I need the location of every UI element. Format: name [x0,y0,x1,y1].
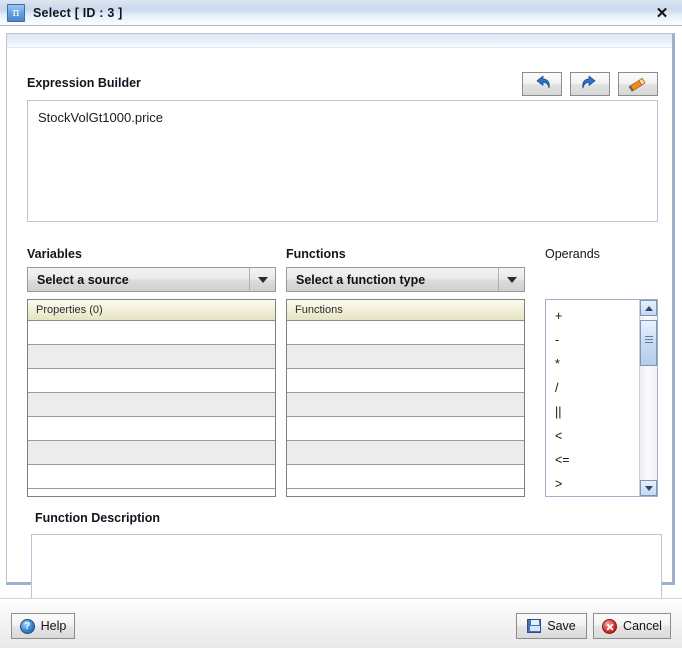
chevron-down-icon[interactable] [498,268,524,291]
save-button[interactable]: Save [516,613,587,639]
question-mark-icon: ? [19,618,35,634]
scrollbar-grip-icon [645,336,653,345]
function-type-select[interactable]: Select a function type [286,267,525,292]
operands-list[interactable]: + - * / || < <= > [545,299,658,497]
list-item[interactable] [28,345,275,369]
help-button-label: Help [40,619,67,633]
operand-item[interactable]: <= [546,448,639,472]
operand-item[interactable]: || [546,400,639,424]
list-item[interactable] [287,417,524,441]
functions-label: Functions [286,247,346,261]
panel-top-band [7,34,672,48]
operand-item[interactable]: < [546,424,639,448]
operands-items: + - * / || < <= > [546,300,639,496]
help-button[interactable]: ? Help [11,613,75,639]
functions-list-header: Functions [287,300,524,321]
undo-button[interactable] [522,72,562,96]
properties-list[interactable]: Properties (0) [27,299,276,497]
operand-item[interactable]: - [546,328,639,352]
list-item[interactable] [287,369,524,393]
close-icon[interactable]: ✕ [652,3,672,23]
clear-button[interactable] [618,72,658,96]
cancel-button[interactable]: Cancel [593,613,671,639]
expression-builder-label: Expression Builder [27,76,141,90]
floppy-disk-icon [527,619,542,633]
operand-item[interactable]: > [546,472,639,496]
properties-list-header: Properties (0) [28,300,275,321]
cancel-button-label: Cancel [623,619,662,633]
window-title: Select [ ID : 3 ] [33,5,123,20]
save-button-label: Save [547,619,576,633]
scroll-up-icon[interactable] [640,300,657,316]
source-select-value: Select a source [37,272,129,287]
operand-item[interactable]: * [546,352,639,376]
list-item[interactable] [28,321,275,345]
variables-label: Variables [27,247,82,261]
operand-item[interactable]: / [546,376,639,400]
window-titlebar: π Select [ ID : 3 ] ✕ [0,0,682,26]
redo-button[interactable] [570,72,610,96]
undo-arrow-icon [536,75,550,89]
pi-icon: π [7,3,25,22]
scrollbar-track[interactable] [640,316,657,480]
source-select[interactable]: Select a source [27,267,276,292]
function-description-label: Function Description [35,511,160,525]
dialog-footer: ? Help Save Cancel [0,598,682,648]
redo-arrow-icon [582,75,596,89]
operands-label: Operands [545,247,600,261]
function-type-select-value: Select a function type [296,272,426,287]
list-item[interactable] [28,369,275,393]
operands-scrollbar[interactable] [639,300,657,496]
expression-input[interactable]: StockVolGt1000.price [27,100,658,222]
list-item[interactable] [287,345,524,369]
list-item[interactable] [287,393,524,417]
scrollbar-thumb[interactable] [640,320,657,366]
eraser-pencil-icon [628,77,646,92]
list-item[interactable] [287,321,524,345]
list-item[interactable] [28,465,275,489]
close-circle-icon [602,618,618,634]
scroll-down-icon[interactable] [640,480,657,496]
list-item[interactable] [28,441,275,465]
functions-list[interactable]: Functions [286,299,525,497]
chevron-down-icon[interactable] [249,268,275,291]
function-description-box [31,534,662,606]
operand-item[interactable]: + [546,304,639,328]
list-item[interactable] [28,393,275,417]
list-item[interactable] [287,441,524,465]
list-item[interactable] [287,465,524,489]
dialog-content-panel: Expression Builder StockVolGt1000.price … [6,33,675,606]
list-item[interactable] [28,417,275,441]
